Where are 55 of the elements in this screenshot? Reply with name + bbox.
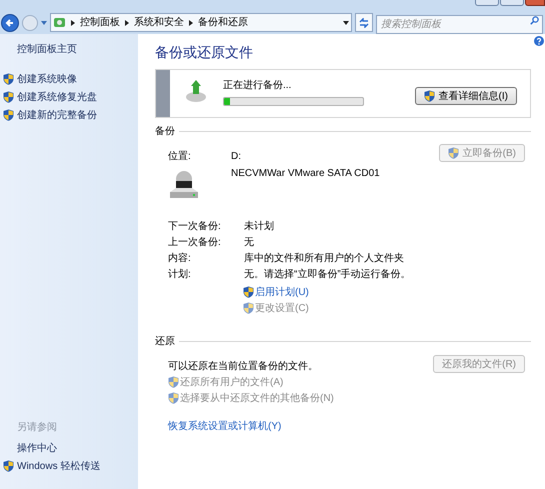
location-value: D: bbox=[231, 150, 242, 164]
back-button[interactable] bbox=[1, 14, 19, 32]
shield-icon bbox=[3, 91, 14, 103]
recovery-link[interactable]: 恢复系统设置或计算机(Y) bbox=[168, 419, 531, 434]
refresh-button[interactable] bbox=[355, 13, 373, 32]
address-field[interactable]: 控制面板 系统和安全 备份和还原 bbox=[50, 13, 352, 32]
breadcrumb[interactable]: 控制面板 bbox=[80, 15, 120, 30]
shield-icon bbox=[168, 392, 179, 404]
refresh-icon bbox=[359, 18, 369, 28]
sidebar-link[interactable]: 控制面板主页 bbox=[17, 42, 138, 57]
shield-icon bbox=[3, 109, 14, 121]
maximize-button[interactable] bbox=[500, 0, 524, 6]
sidebar-link[interactable]: Windows 轻松传送 bbox=[17, 458, 100, 474]
help-icon[interactable] bbox=[534, 36, 544, 46]
breadcrumb[interactable]: 备份和还原 bbox=[198, 15, 248, 30]
shield-icon bbox=[3, 460, 14, 472]
chevron-icon bbox=[125, 20, 129, 26]
close-button[interactable] bbox=[525, 0, 545, 6]
sidebar-link[interactable]: 操作中心 bbox=[17, 440, 57, 456]
field-value: 无。请选择“立即备份”手动运行备份。 bbox=[244, 268, 411, 282]
link[interactable]: 启用计划(U) bbox=[255, 284, 309, 300]
field-label: 位置: bbox=[168, 150, 192, 164]
section-heading: 另请参阅 bbox=[17, 420, 58, 435]
button[interactable]: 查看详细信息(I) bbox=[414, 87, 517, 105]
shield-icon bbox=[448, 147, 459, 159]
shield-icon bbox=[168, 376, 179, 388]
field-value: 库中的文件和所有用户的个人文件夹 bbox=[244, 252, 404, 266]
panel-side-strip bbox=[156, 70, 170, 117]
page-title: 备份或还原文件 bbox=[155, 45, 254, 59]
field-value: 未计划 bbox=[244, 220, 274, 234]
sidebar-link[interactable]: 创建新的完整备份 bbox=[17, 108, 97, 122]
field-label: 计划: bbox=[168, 268, 192, 282]
sidebar-link[interactable]: 创建系统修复光盘 bbox=[17, 90, 97, 104]
chevron-icon bbox=[71, 20, 75, 26]
sidebar-link[interactable]: 创建系统映像 bbox=[17, 72, 77, 86]
section-heading: 备份 bbox=[155, 125, 175, 139]
field-label: 下一次备份: bbox=[168, 220, 222, 234]
shield-icon bbox=[243, 286, 254, 298]
field-value: 无 bbox=[244, 236, 254, 250]
search-field[interactable]: 搜索控制面板 bbox=[376, 14, 543, 34]
minimize-button[interactable] bbox=[475, 0, 499, 6]
field-label: 内容: bbox=[168, 252, 192, 266]
section-heading: 还原 bbox=[155, 335, 175, 349]
chevron-icon bbox=[189, 20, 193, 26]
breadcrumb[interactable]: 系统和安全 bbox=[134, 15, 184, 30]
shield-icon bbox=[243, 302, 254, 314]
dropdown-icon[interactable] bbox=[343, 20, 349, 24]
shield-icon bbox=[3, 73, 14, 85]
restore-description: 可以还原在当前位置备份的文件。 bbox=[168, 360, 319, 374]
location-value: NECVMWar VMware SATA CD01 bbox=[231, 167, 380, 181]
search-icon[interactable] bbox=[530, 16, 539, 24]
progress-status: 正在进行备份... bbox=[223, 78, 292, 93]
back-arrow-icon bbox=[5, 18, 15, 28]
field-label: 上一次备份: bbox=[168, 236, 222, 250]
shield-icon bbox=[424, 90, 435, 102]
